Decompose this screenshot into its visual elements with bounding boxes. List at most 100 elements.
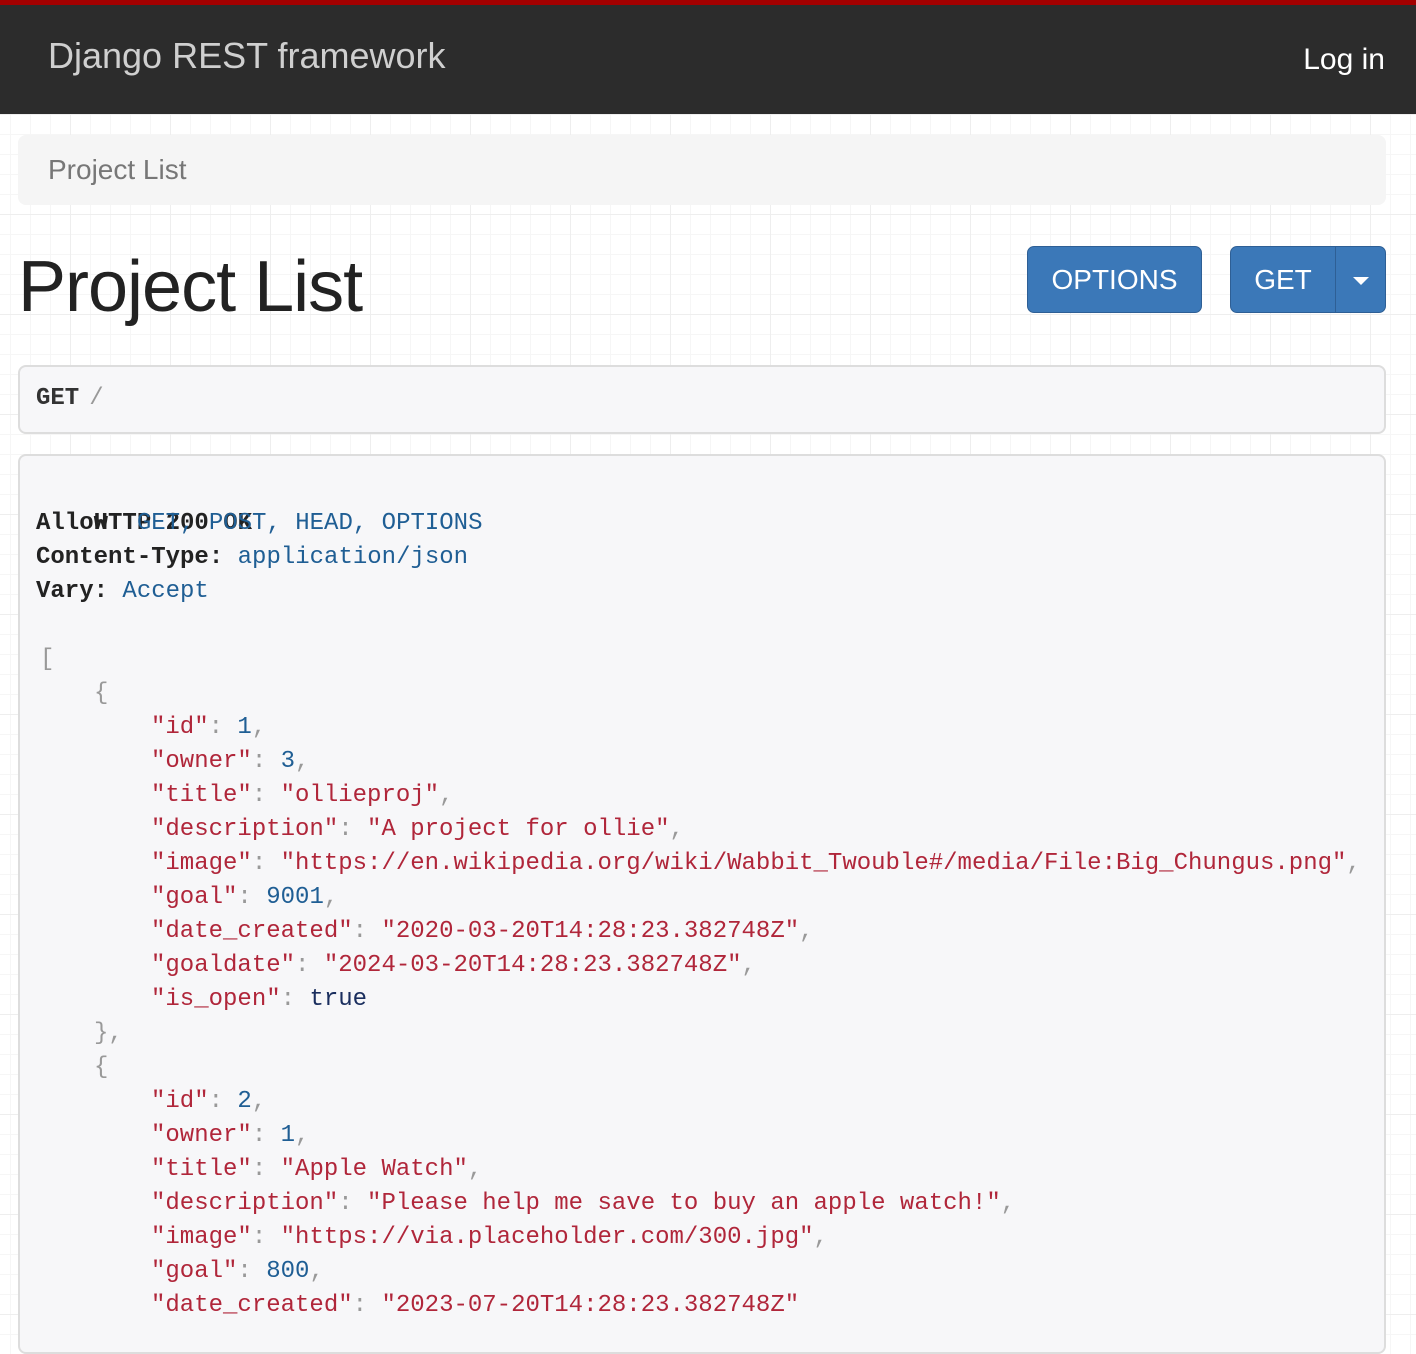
json-punctuation: , [741,952,756,979]
json-key: "date_created" [151,918,353,945]
get-format-dropdown-button[interactable] [1335,246,1386,313]
response-header-line: Content-Type: application/json [36,541,1368,575]
request-path: / [89,385,104,412]
json-punctuation: : [251,1224,281,1251]
json-value: "2023-07-20T14:28:23.382748Z" [381,1292,800,1319]
json-key: "date_created" [151,1292,353,1319]
json-punctuation: , [1346,850,1361,877]
json-value: "A project for ollie" [367,816,670,843]
json-value: "2020-03-20T14:28:23.382748Z" [381,918,800,945]
json-punctuation: , [467,1156,483,1183]
json-punctuation: , [295,748,310,775]
response-headers: Allow: GET, POST, HEAD, OPTIONS Content-T… [36,507,1368,609]
response-header-value: Accept [108,578,209,605]
json-punctuation: , [251,714,267,741]
brand-link[interactable]: Django REST framework [48,35,445,77]
json-punctuation: : [280,986,310,1013]
json-key: "description" [151,816,339,843]
json-field: "goal": 9001, [36,881,1368,915]
json-punctuation: , [1000,1190,1016,1217]
response-status-line: HTTP 200 OK [36,473,1368,537]
json-punctuation: : [338,1190,368,1217]
json-punctuation: }, [94,1020,123,1047]
json-field: "description": "A project for ollie", [36,813,1368,847]
json-punctuation: , [799,918,814,945]
json-field: "date_created": "2023-07-20T14:28:23.382… [36,1289,1368,1323]
json-value: true [309,986,368,1013]
json-field: "id": 1, [36,711,1368,745]
json-value: "2024-03-20T14:28:23.382748Z" [323,952,742,979]
response-header-key: Content-Type: [36,544,224,571]
json-value: "Apple Watch" [280,1156,468,1183]
json-punctuation: : [251,1122,281,1149]
json-punctuation: : [295,952,324,979]
json-punctuation: : [237,1258,267,1285]
json-punctuation: , [251,1088,267,1115]
json-punctuation: , [309,1258,324,1285]
navbar: Django REST framework Log in [0,0,1416,114]
response-header-key: Allow: [36,510,123,537]
json-value: 9001 [266,884,324,911]
json-field: "is_open": true [36,983,1368,1017]
json-value: "https://en.wikipedia.org/wiki/Wabbit_Tw… [280,850,1347,877]
json-field: "image": "https://via.placeholder.com/30… [36,1221,1368,1255]
json-key: "id" [151,1088,209,1115]
json-object-close: }, [36,1017,1368,1051]
response-info: HTTP 200 OK Allow: GET, POST, HEAD, OPTI… [18,454,1386,1354]
response-header-line: Vary: Accept [36,575,1368,609]
json-field: "description": "Please help me save to b… [36,1187,1368,1221]
response-header-line: Allow: GET, POST, HEAD, OPTIONS [36,507,1368,541]
json-punctuation: : [352,1292,382,1319]
json-punctuation: [ [40,646,55,673]
json-key: "description" [151,1190,339,1217]
json-key: "title" [151,782,252,809]
json-punctuation: : [237,884,267,911]
json-value: 1 [280,1122,296,1149]
json-value: 2 [237,1088,252,1115]
request-method: GET [36,385,80,412]
response-header-value: GET, POST, HEAD, OPTIONS [122,510,483,537]
json-key: "owner" [151,1122,252,1149]
json-punctuation: { [94,1054,109,1081]
json-key: "title" [151,1156,252,1183]
json-punctuation: , [323,884,339,911]
json-punctuation: : [208,1088,238,1115]
json-punctuation: , [669,816,684,843]
response-header-value: application/json [223,544,469,571]
json-field: "date_created": "2020-03-20T14:28:23.382… [36,915,1368,949]
json-punctuation: : [251,850,281,877]
json-punctuation: , [295,1122,310,1149]
json-punctuation: : [352,918,382,945]
json-field: "goaldate": "2024-03-20T14:28:23.382748Z… [36,949,1368,983]
json-key: "image" [151,850,252,877]
json-value: 3 [280,748,296,775]
login-link[interactable]: Log in [1303,43,1385,77]
json-punctuation: : [251,748,281,775]
json-key: "goal" [151,884,238,911]
json-field: "owner": 3, [36,745,1368,779]
json-key: "goaldate" [151,952,296,979]
json-object-open: { [36,1051,1368,1085]
json-punctuation: { [94,680,109,707]
json-value: "Please help me save to buy an apple wat… [367,1190,1001,1217]
json-key: "owner" [151,748,252,775]
breadcrumb-item-project-list[interactable]: Project List [48,154,187,185]
json-punctuation: : [251,1156,281,1183]
json-field: "owner": 1, [36,1119,1368,1153]
json-field: "id": 2, [36,1085,1368,1119]
json-object-open: { [36,677,1368,711]
json-value: 800 [266,1258,310,1285]
json-key: "is_open" [151,986,281,1013]
json-value: "https://via.placeholder.com/300.jpg" [280,1224,814,1251]
response-header-key: Vary: [36,578,109,605]
json-punctuation: , [439,782,454,809]
page-title: Project List [18,247,363,327]
json-key: "id" [151,714,209,741]
get-button[interactable]: GET [1230,246,1336,313]
breadcrumb: Project List [18,135,1386,205]
json-field: "title": "Apple Watch", [36,1153,1368,1187]
json-punctuation: : [251,782,281,809]
options-button[interactable]: OPTIONS [1027,246,1202,313]
request-info: GET / [18,365,1386,434]
json-field: "title": "ollieproj", [36,779,1368,813]
